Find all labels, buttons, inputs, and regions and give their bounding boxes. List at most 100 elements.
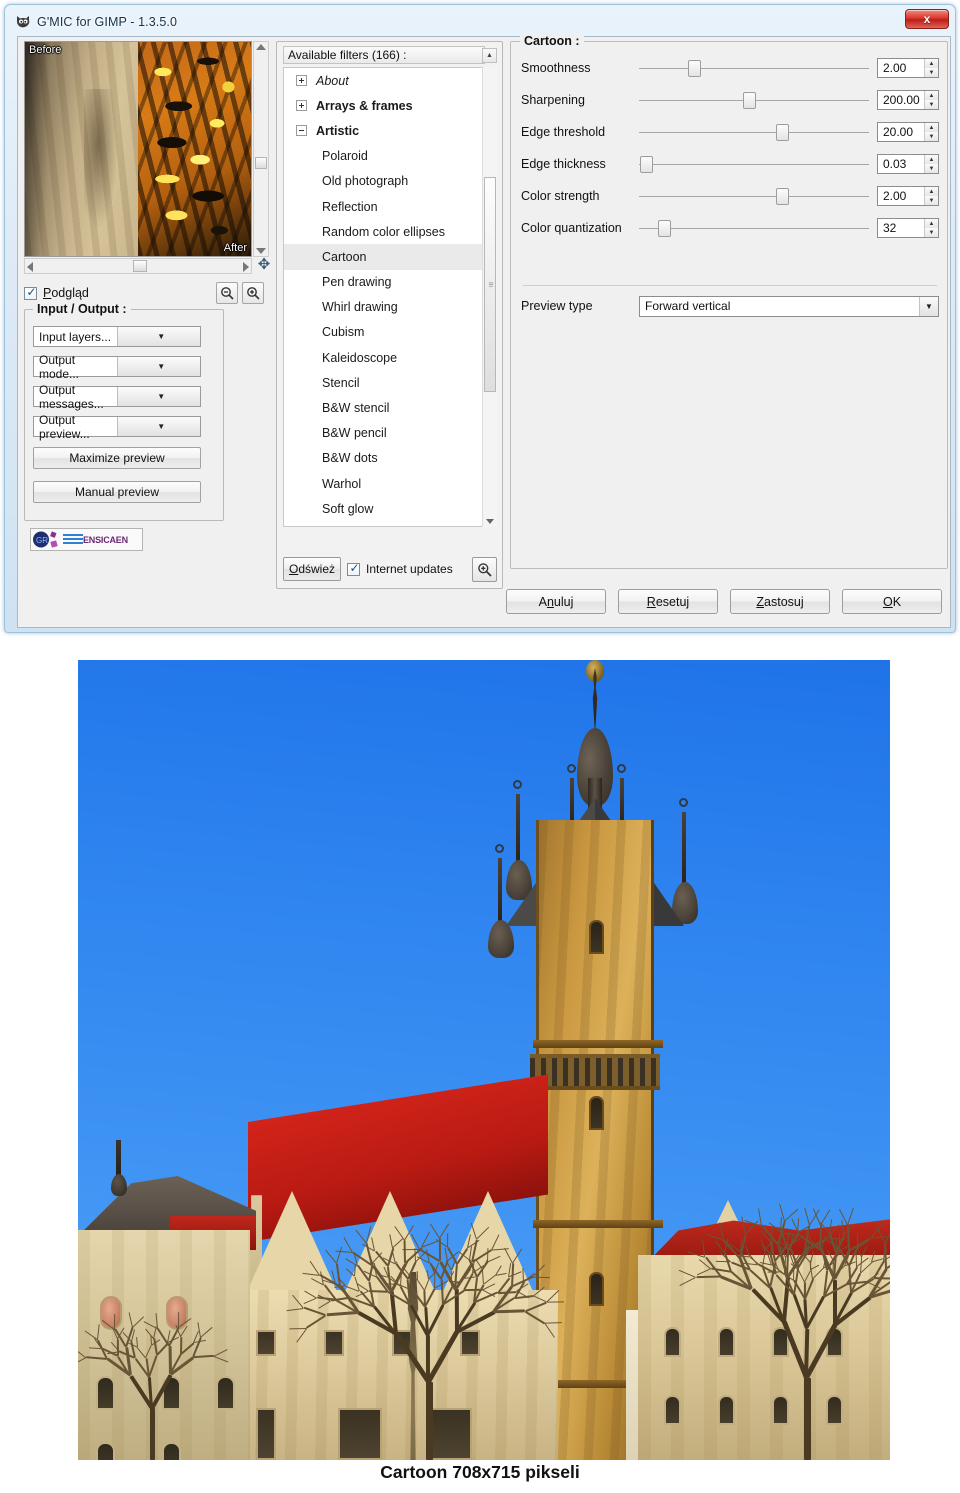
- slider-knob[interactable]: [658, 220, 671, 237]
- filter-item-polaroid[interactable]: Polaroid: [284, 144, 484, 169]
- close-button[interactable]: x: [905, 9, 949, 29]
- spinner-down-icon[interactable]: ▼: [925, 68, 938, 77]
- collapse-icon[interactable]: [296, 125, 307, 136]
- magnifier-plus-icon[interactable]: [472, 557, 497, 582]
- param-slider-color-strength[interactable]: [639, 185, 869, 207]
- input-layers-combo[interactable]: Input layers... ▼: [33, 326, 201, 347]
- filter-item-pen-drawing[interactable]: Pen drawing: [284, 270, 484, 295]
- preview-checkbox[interactable]: [24, 287, 37, 300]
- spinner-buttons[interactable]: ▲ ▼: [924, 59, 938, 77]
- spinner-up-icon[interactable]: ▲: [925, 187, 938, 196]
- output-preview-combo[interactable]: Output preview... ▼: [33, 416, 201, 437]
- reset-button[interactable]: Resetuj: [618, 589, 718, 614]
- zoom-in-icon[interactable]: [242, 282, 264, 304]
- param-slider-edge-thickness[interactable]: [639, 153, 869, 175]
- filter-item-cartoon[interactable]: Cartoon: [284, 244, 484, 269]
- param-value-sharpening[interactable]: 200.00 ▲ ▼: [877, 90, 939, 110]
- spinner-buttons[interactable]: ▲ ▼: [924, 187, 938, 205]
- output-mode-combo[interactable]: Output mode... ▼: [33, 356, 201, 377]
- preview-vertical-scrollbar[interactable]: [253, 41, 269, 257]
- filter-item-whirl-drawing[interactable]: Whirl drawing: [284, 295, 484, 320]
- caret-down-icon[interactable]: [486, 519, 494, 524]
- apply-button[interactable]: Zastosuj: [730, 589, 830, 614]
- caret-up-icon[interactable]: ▲: [482, 48, 497, 63]
- spinner-up-icon[interactable]: ▲: [925, 91, 938, 100]
- chevron-down-icon[interactable]: ▼: [117, 357, 201, 376]
- param-value-edge-thickness[interactable]: 0.03 ▲ ▼: [877, 154, 939, 174]
- filter-item-warhol[interactable]: Warhol: [284, 471, 484, 496]
- cancel-button[interactable]: Anuluj: [506, 589, 606, 614]
- manual-preview-button[interactable]: Manual preview: [33, 481, 201, 503]
- spinner-up-icon[interactable]: ▲: [925, 155, 938, 164]
- filter-item-about[interactable]: About: [284, 68, 484, 93]
- tree-branch: [366, 1226, 372, 1243]
- spinner-down-icon[interactable]: ▼: [925, 196, 938, 205]
- filter-item-arrays-frames[interactable]: Arrays & frames: [284, 93, 484, 118]
- chevron-down-icon[interactable]: ▼: [919, 297, 938, 316]
- spinner-buttons[interactable]: ▲ ▼: [924, 91, 938, 109]
- slider-knob[interactable]: [743, 92, 756, 109]
- param-value-smoothness[interactable]: 2.00 ▲ ▼: [877, 58, 939, 78]
- param-value-edge-threshold[interactable]: 20.00 ▲ ▼: [877, 122, 939, 142]
- param-value-color-strength[interactable]: 2.00 ▲ ▼: [877, 186, 939, 206]
- filter-item-soft-glow[interactable]: Soft glow: [284, 496, 484, 521]
- ok-button[interactable]: OK: [842, 589, 942, 614]
- internet-updates-wrapper[interactable]: Internet updates: [347, 562, 472, 576]
- filter-item-artistic[interactable]: Artistic: [284, 118, 484, 143]
- preview-horizontal-scrollbar[interactable]: [24, 258, 252, 274]
- spinner-buttons[interactable]: ▲ ▼: [924, 219, 938, 237]
- spinner-up-icon[interactable]: ▲: [925, 123, 938, 132]
- preview-image[interactable]: Before After: [24, 41, 252, 257]
- filter-item-b-w-stencil[interactable]: B&W stencil: [284, 395, 484, 420]
- filter-item-kaleidoscope[interactable]: Kaleidoscope: [284, 345, 484, 370]
- filter-item-random-color-ellipses[interactable]: Random color ellipses: [284, 219, 484, 244]
- expand-icon[interactable]: [296, 75, 307, 86]
- spinner-up-icon[interactable]: ▲: [925, 59, 938, 68]
- scroll-right-arrow-icon[interactable]: [243, 262, 249, 272]
- expand-icon[interactable]: [296, 100, 307, 111]
- maximize-preview-button[interactable]: Maximize preview: [33, 447, 201, 469]
- move-icon[interactable]: ✥: [256, 257, 272, 273]
- filters-list[interactable]: About Arrays & frames Artistic Polaroid Old …: [283, 67, 485, 527]
- scroll-left-arrow-icon[interactable]: [27, 262, 33, 272]
- preview-hscroll-thumb[interactable]: [133, 260, 147, 272]
- param-slider-sharpening[interactable]: [639, 89, 869, 111]
- zoom-out-icon[interactable]: [216, 282, 238, 304]
- spinner-down-icon[interactable]: ▼: [925, 164, 938, 173]
- spinner-down-icon[interactable]: ▼: [925, 228, 938, 237]
- slider-knob[interactable]: [688, 60, 701, 77]
- filter-item-cubism[interactable]: Cubism: [284, 320, 484, 345]
- filter-item-b-w-dots[interactable]: B&W dots: [284, 446, 484, 471]
- output-messages-combo[interactable]: Output messages... ▼: [33, 386, 201, 407]
- spinner-buttons[interactable]: ▲ ▼: [924, 123, 938, 141]
- scroll-up-arrow-icon[interactable]: [256, 44, 266, 50]
- chevron-down-icon[interactable]: ▼: [117, 417, 201, 436]
- preview-vscroll-thumb[interactable]: [255, 157, 267, 169]
- chevron-down-icon[interactable]: ▼: [117, 387, 201, 406]
- filter-item-label: B&W stencil: [322, 401, 389, 415]
- chevron-down-icon[interactable]: ▼: [117, 327, 201, 346]
- spinner-down-icon[interactable]: ▼: [925, 100, 938, 109]
- spinner-up-icon[interactable]: ▲: [925, 219, 938, 228]
- internet-updates-checkbox[interactable]: [347, 563, 360, 576]
- filters-vertical-scrollbar[interactable]: [482, 67, 497, 527]
- slider-knob[interactable]: [776, 124, 789, 141]
- spinner-down-icon[interactable]: ▼: [925, 132, 938, 141]
- slider-knob[interactable]: [776, 188, 789, 205]
- filter-item-reflection[interactable]: Reflection: [284, 194, 484, 219]
- filter-item-stencil[interactable]: Stencil: [284, 370, 484, 395]
- param-slider-color-quantization[interactable]: [639, 217, 869, 239]
- slider-knob[interactable]: [640, 156, 653, 173]
- refresh-button[interactable]: Odśwież: [283, 557, 341, 581]
- scroll-down-arrow-icon[interactable]: [256, 248, 266, 254]
- param-slider-edge-threshold[interactable]: [639, 121, 869, 143]
- filter-item-old-photograph[interactable]: Old photograph: [284, 169, 484, 194]
- preview-type-combo[interactable]: Forward vertical ▼: [639, 296, 939, 317]
- filter-item-b-w-pencil[interactable]: B&W pencil: [284, 421, 484, 446]
- spinner-buttons[interactable]: ▲ ▼: [924, 155, 938, 173]
- title-bar[interactable]: G'MIC for GIMP - 1.3.5.0 x: [8, 8, 952, 35]
- filters-scroll-thumb[interactable]: [484, 177, 496, 392]
- filters-header: Available filters (166) :: [283, 46, 485, 64]
- param-slider-smoothness[interactable]: [639, 57, 869, 79]
- param-value-color-quantization[interactable]: 32 ▲ ▼: [877, 218, 939, 238]
